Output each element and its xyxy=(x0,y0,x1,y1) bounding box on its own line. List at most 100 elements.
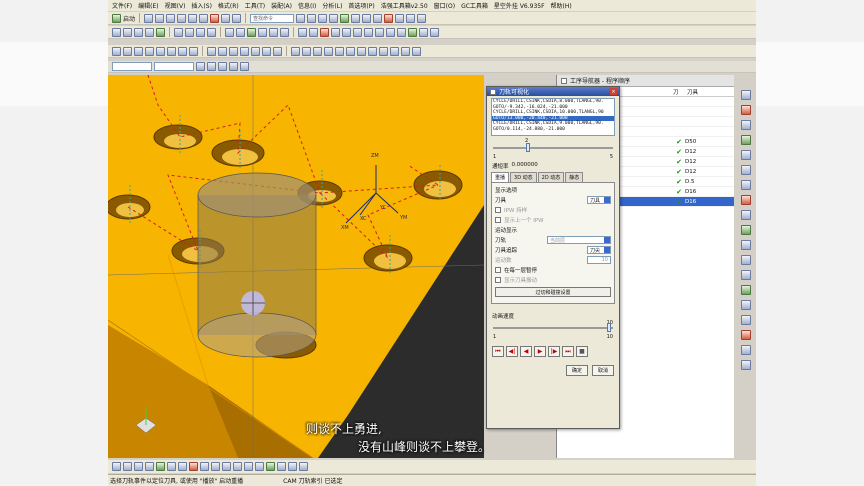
graphics-viewport[interactable]: ZM XC YC YM XM xyxy=(108,75,484,458)
collision-settings-button[interactable]: 过切和碰撞设置 xyxy=(495,287,611,297)
menu-insert[interactable]: 插入(S) xyxy=(191,1,212,10)
work-layer-icon[interactable] xyxy=(299,462,308,471)
anim-speed-slider[interactable]: 10 1 10 xyxy=(493,320,613,342)
gouge-icon[interactable] xyxy=(386,27,395,37)
intersect-icon[interactable] xyxy=(251,46,260,56)
redo-icon[interactable] xyxy=(232,13,242,23)
materials-icon[interactable] xyxy=(741,315,751,325)
save-icon[interactable] xyxy=(166,13,176,23)
trim-icon[interactable] xyxy=(207,46,216,56)
cls-line[interactable]: GOTO/0.114,-24.880,-21.000 xyxy=(492,127,614,133)
step-back-icon[interactable]: ◀| xyxy=(506,346,518,357)
view-top-icon[interactable] xyxy=(123,462,132,471)
menu-tools[interactable]: 工具(T) xyxy=(245,1,265,10)
layer-settings-icon[interactable] xyxy=(288,462,297,471)
revolve-icon[interactable] xyxy=(134,46,143,56)
menu-window[interactable]: 窗口(O) xyxy=(434,1,455,10)
fit-icon[interactable] xyxy=(296,13,306,23)
tool-vibration-checkbox[interactable] xyxy=(495,277,501,283)
tab-static[interactable]: 静态 xyxy=(565,172,584,182)
new-icon[interactable] xyxy=(144,13,154,23)
draft-icon[interactable] xyxy=(335,46,344,56)
machine-navigator-icon[interactable] xyxy=(741,150,751,160)
datum-csys-icon[interactable] xyxy=(313,46,322,56)
menu-gc[interactable]: GC工具箱 xyxy=(461,1,488,10)
split-icon[interactable] xyxy=(412,46,421,56)
ipw-checkbox[interactable] xyxy=(495,207,501,213)
feed-icon[interactable] xyxy=(331,27,340,37)
command-search-input[interactable]: 查找命令 xyxy=(250,13,295,23)
roles-icon[interactable] xyxy=(741,225,751,235)
menu-plugin[interactable]: 星空外挂 V6.935F xyxy=(494,1,545,10)
snap-icon[interactable] xyxy=(384,13,394,23)
process-studio-icon[interactable] xyxy=(741,285,751,295)
feature-icon[interactable] xyxy=(430,27,439,37)
tab-replay[interactable]: 重播 xyxy=(491,172,510,182)
menu-file[interactable]: 文件(F) xyxy=(112,1,132,10)
paste-icon[interactable] xyxy=(199,13,209,23)
info-icon[interactable] xyxy=(375,27,384,37)
view-front-icon[interactable] xyxy=(112,462,121,471)
orient-icon[interactable] xyxy=(200,462,209,471)
chamfer-icon[interactable] xyxy=(189,46,198,56)
section-icon[interactable] xyxy=(189,462,198,471)
create-geometry-icon[interactable] xyxy=(134,27,143,37)
create-tool-icon[interactable] xyxy=(123,27,132,37)
step-slider-thumb[interactable] xyxy=(526,143,530,152)
machine-tool-view-icon[interactable] xyxy=(185,27,194,37)
view-right-icon[interactable] xyxy=(134,462,143,471)
ipw-icon[interactable] xyxy=(353,27,362,37)
menu-preferences[interactable]: 首选项(P) xyxy=(348,1,374,10)
mirror-icon[interactable] xyxy=(273,46,282,56)
col-path-header[interactable]: 刀 xyxy=(673,88,687,96)
start-icon[interactable] xyxy=(112,13,121,23)
menu-help[interactable]: 帮助(H) xyxy=(551,1,572,10)
col-tool-header[interactable]: 刀具 xyxy=(687,88,698,96)
menu-analysis[interactable]: 分析(L) xyxy=(322,1,342,10)
blend-icon[interactable] xyxy=(178,46,187,56)
subtract-icon[interactable] xyxy=(240,46,249,56)
templates-icon[interactable] xyxy=(741,300,751,310)
measure-icon[interactable] xyxy=(406,13,416,23)
simulation-icon[interactable] xyxy=(741,345,751,355)
patch-icon[interactable] xyxy=(357,46,366,56)
perspective-icon[interactable] xyxy=(233,462,242,471)
navigator-pin-icon[interactable] xyxy=(561,77,567,84)
delete-icon[interactable] xyxy=(210,13,220,23)
edit-object-icon[interactable] xyxy=(309,27,318,37)
translucency-icon[interactable] xyxy=(266,462,275,471)
method-view-icon[interactable] xyxy=(207,27,216,37)
hidden-icon[interactable] xyxy=(178,462,187,471)
transform-icon[interactable] xyxy=(298,27,307,37)
web-browser-icon[interactable] xyxy=(741,165,751,175)
light-icon[interactable] xyxy=(244,462,253,471)
prev-ipw-checkbox[interactable] xyxy=(495,217,501,223)
edge-icon[interactable] xyxy=(255,462,264,471)
cutting-icon[interactable] xyxy=(342,27,351,37)
operation-navigator-icon[interactable] xyxy=(741,135,751,145)
constraint-navigator-icon[interactable] xyxy=(741,105,751,115)
layer-icon[interactable] xyxy=(351,13,361,23)
hole-icon[interactable] xyxy=(145,46,154,56)
pattern-icon[interactable] xyxy=(262,46,271,56)
open-icon[interactable] xyxy=(155,13,165,23)
clsf-icon[interactable] xyxy=(397,27,406,37)
tool-dropdown[interactable]: 刀具 xyxy=(587,196,611,204)
generate-path-icon[interactable] xyxy=(225,27,234,37)
stop-icon[interactable]: ■ xyxy=(576,346,588,357)
play-reverse-icon[interactable]: ◀ xyxy=(520,346,532,357)
verify-path-icon[interactable] xyxy=(247,27,256,37)
remove-icon[interactable] xyxy=(320,27,329,37)
palette-icon[interactable] xyxy=(741,210,751,220)
wireframe-icon[interactable] xyxy=(156,462,165,471)
cancel-button[interactable]: 取消 xyxy=(592,365,614,376)
anim-speed-thumb[interactable] xyxy=(607,323,611,332)
cls-event-list[interactable]: CYCLE/DRILL,CSINK,CSDIA,8.000,TLANGL,90.… xyxy=(491,98,615,136)
motion-count-input[interactable]: 10 xyxy=(587,256,611,264)
rotate-icon[interactable] xyxy=(318,13,328,23)
delete-face-icon[interactable] xyxy=(390,46,399,56)
sketch-icon[interactable] xyxy=(112,46,121,56)
zoom-window-icon[interactable] xyxy=(211,462,220,471)
sew-icon[interactable] xyxy=(346,46,355,56)
offset-icon[interactable] xyxy=(218,46,227,56)
